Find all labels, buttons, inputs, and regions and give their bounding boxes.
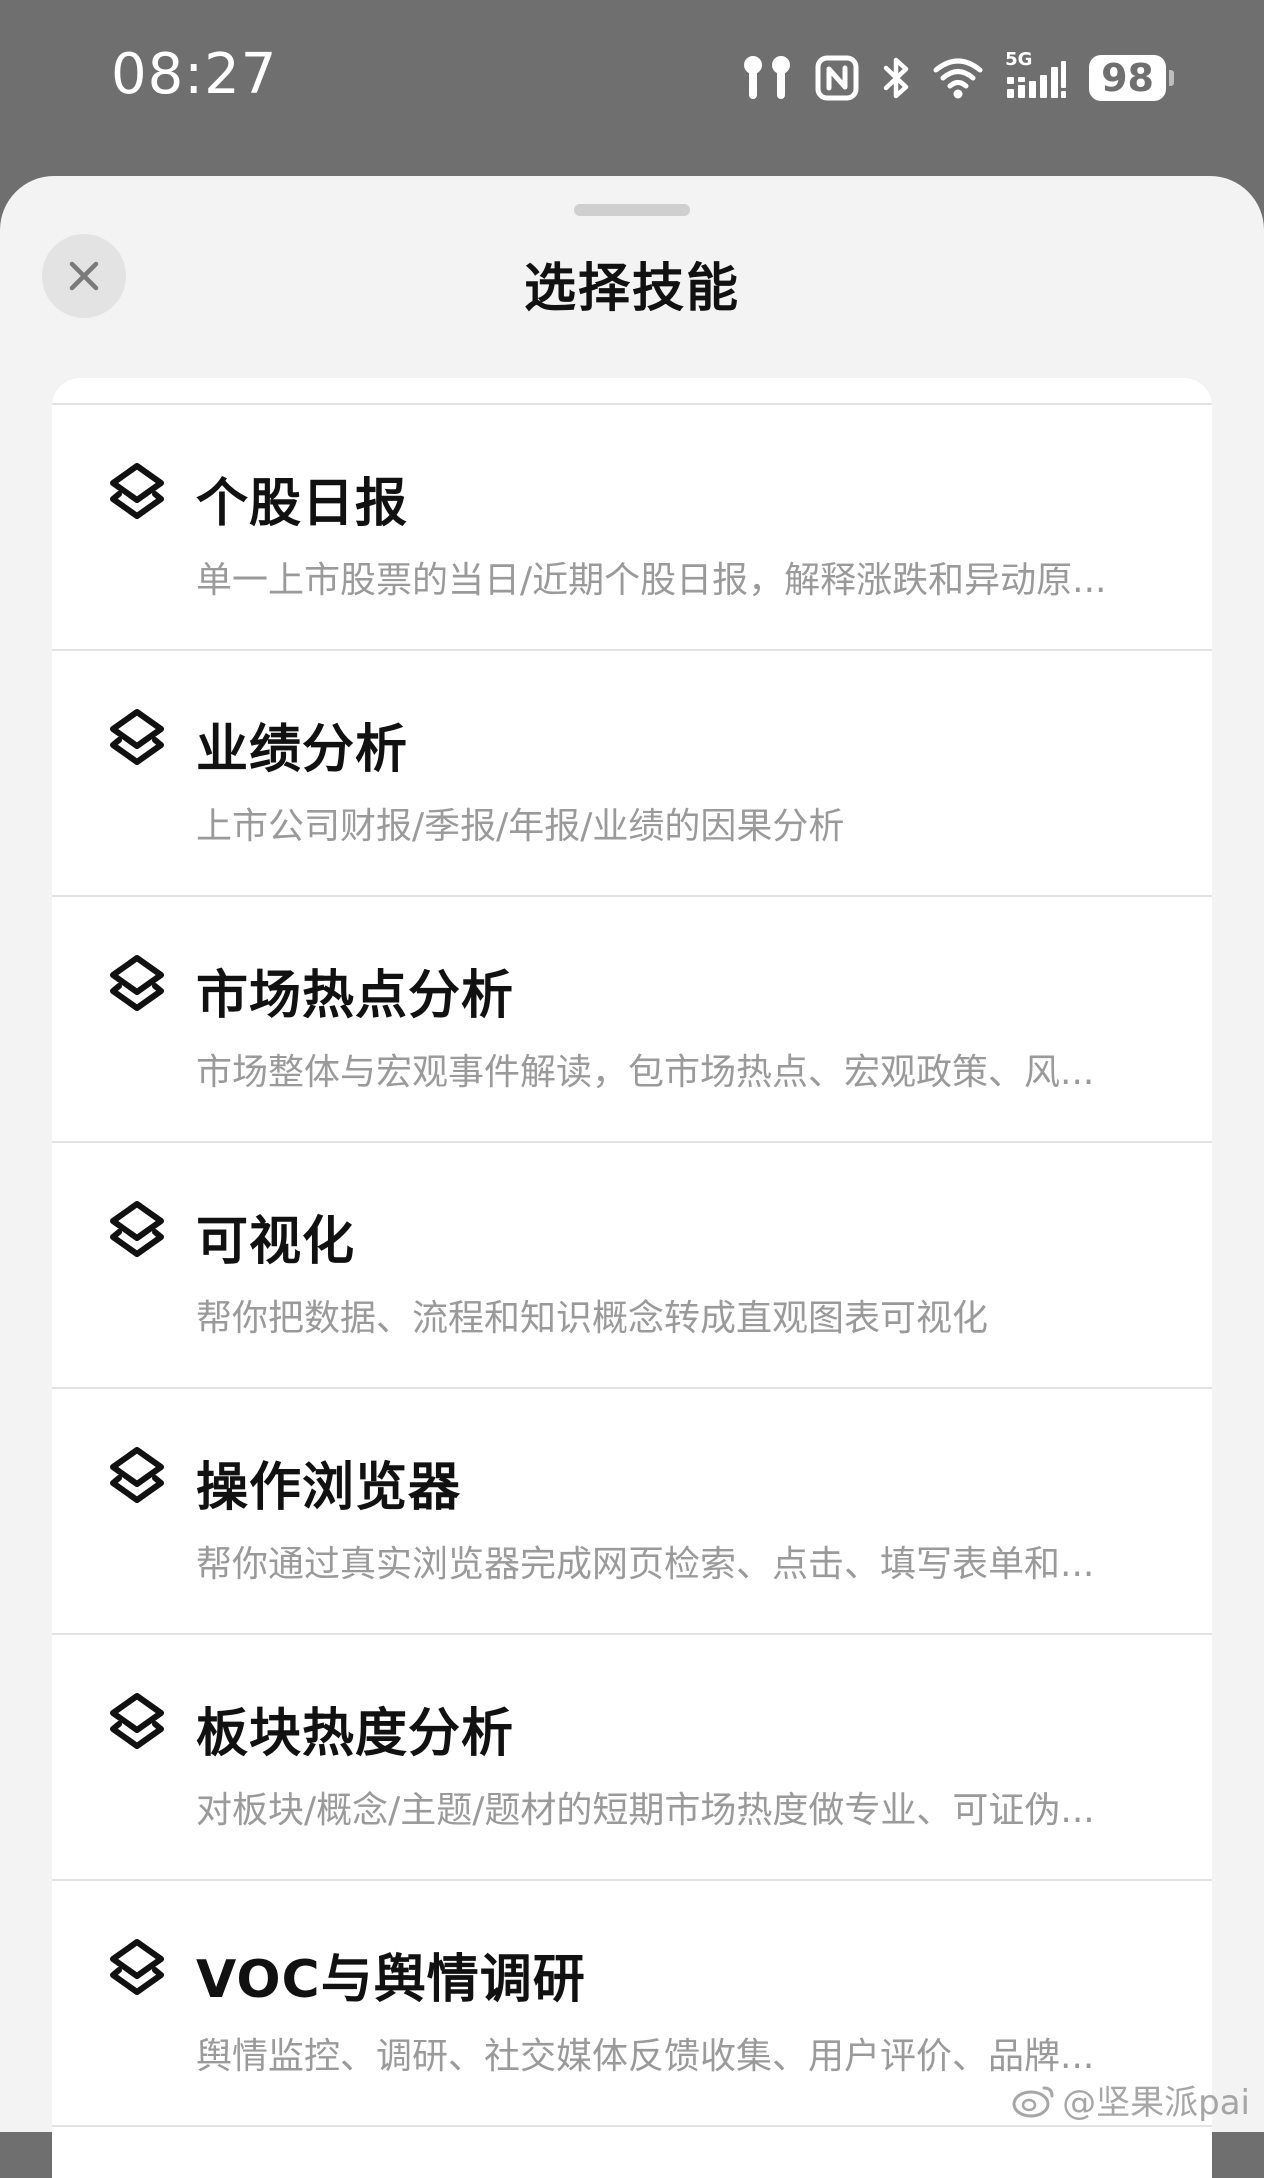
battery-level: 98: [1089, 55, 1166, 101]
bluetooth-icon: [883, 57, 909, 99]
layers-icon: [110, 955, 164, 1011]
status-icons: 5G 98: [741, 49, 1174, 106]
skill-description: 对板块/概念/主题/题材的短期市场热度做专业、可证伪...: [196, 1790, 1095, 1831]
skill-description: 市场整体与宏观事件解读，包市场热点、宏观政策、风...: [196, 1052, 1095, 1093]
skill-list-card: 个股日报 单一上市股票的当日/近期个股日报，解释涨跌和异动原... 业绩分析 上…: [52, 378, 1212, 2178]
skill-description: 舆情监控、调研、社交媒体反馈收集、用户评价、品牌...: [196, 2036, 1095, 2077]
battery-tip: [1169, 70, 1174, 86]
layers-icon: [110, 1447, 164, 1503]
skill-item-earnings-analysis[interactable]: 业绩分析 上市公司财报/季报/年报/业绩的因果分析: [52, 651, 1212, 897]
layers-icon: [110, 1693, 164, 1749]
layers-icon: [110, 1939, 164, 1995]
cellular-signal-icon: 5G: [1005, 49, 1067, 101]
sheet-grabber[interactable]: [574, 204, 690, 216]
layers-icon: [110, 463, 164, 519]
skill-description: 上市公司财报/季报/年报/业绩的因果分析: [196, 806, 845, 847]
wifi-icon: [933, 58, 983, 99]
skill-description: 单一上市股票的当日/近期个股日报，解释涨跌和异动原...: [196, 560, 1107, 601]
skill-picker-sheet: 选择技能 个股日报 单一上市股票的当日/近期个股日报，解释涨跌和异动原... 业…: [0, 176, 1264, 2178]
battery-icon: 98: [1089, 55, 1174, 101]
skill-name: VOC与舆情调研: [196, 1950, 586, 2010]
skill-description: 帮你把数据、流程和知识概念转成直观图表可视化: [196, 1298, 989, 1339]
nfc-icon: [815, 55, 859, 101]
skill-name: 操作浏览器: [196, 1458, 462, 1518]
skill-description: 帮你通过真实浏览器完成网页检索、点击、填写表单和...: [196, 1544, 1095, 1585]
earbuds-icon: [744, 56, 791, 99]
watermark-text: @坚果派pai: [1062, 2083, 1250, 2123]
skill-list: 个股日报 单一上市股票的当日/近期个股日报，解释涨跌和异动原... 业绩分析 上…: [52, 405, 1212, 2127]
skill-name: 市场热点分析: [196, 966, 515, 1026]
status-time: 08:27: [111, 42, 278, 107]
skill-name: 板块热度分析: [196, 1704, 515, 1764]
skill-item-sector-heat-analysis[interactable]: 板块热度分析 对板块/概念/主题/题材的短期市场热度做专业、可证伪...: [52, 1635, 1212, 1881]
skill-item-visualization[interactable]: 可视化 帮你把数据、流程和知识概念转成直观图表可视化: [52, 1143, 1212, 1389]
skill-item-market-hotspot-analysis[interactable]: 市场热点分析 市场整体与宏观事件解读，包市场热点、宏观政策、风...: [52, 897, 1212, 1143]
skill-name: 可视化: [196, 1212, 356, 1272]
skill-item-stock-daily-report[interactable]: 个股日报 单一上市股票的当日/近期个股日报，解释涨跌和异动原...: [52, 405, 1212, 651]
skill-name: 个股日报: [196, 474, 409, 534]
layers-icon: [110, 1201, 164, 1257]
skill-name: 业绩分析: [196, 720, 409, 780]
skill-item-browser-operation[interactable]: 操作浏览器 帮你通过真实浏览器完成网页检索、点击、填写表单和...: [52, 1389, 1212, 1635]
watermark: @坚果派pai: [1012, 2075, 1250, 2124]
sheet-title: 选择技能: [523, 259, 740, 319]
layers-icon: [110, 709, 164, 765]
status-bar: 08:27 5G 98: [0, 0, 1264, 176]
weibo-icon: [1012, 2086, 1054, 2117]
